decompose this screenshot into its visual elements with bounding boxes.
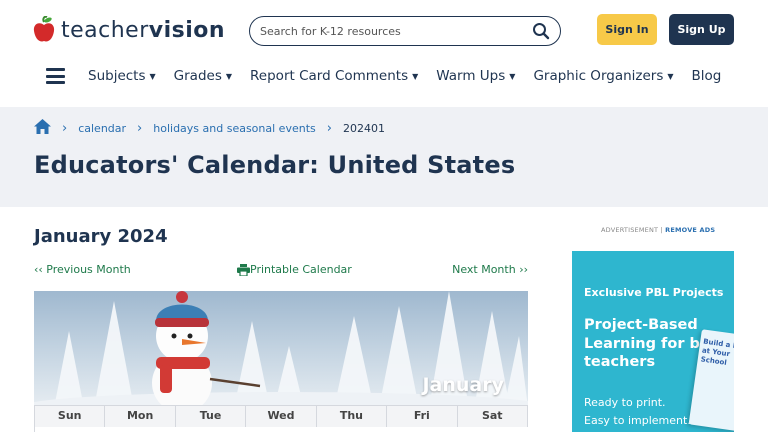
caret-down-icon: ▼	[225, 71, 233, 81]
remove-ads-link[interactable]: REMOVE ADS	[665, 226, 715, 234]
nav-item-warm-ups[interactable]: Warm Ups ▼	[436, 68, 515, 84]
weekday-label: Wed	[246, 406, 317, 427]
apple-icon	[33, 15, 55, 44]
weekday-label: Thu	[317, 406, 388, 427]
page-header-band: › calendar › holidays and seasonal event…	[0, 107, 768, 207]
breadcrumb-current: 202401	[342, 121, 385, 135]
chevron-right-icon: ›	[326, 120, 332, 136]
month-pager: ‹‹ Previous Month Printable Calendar Nex…	[34, 263, 528, 277]
page-title: Educators' Calendar: United States	[34, 151, 516, 179]
weekday-label: Tue	[176, 406, 247, 427]
calendar-weekday-header: Sun Mon Tue Wed Thu Fri Sat	[34, 405, 528, 427]
chevron-right-icon: ›	[62, 120, 68, 136]
search-input[interactable]	[260, 24, 520, 38]
main-nav: Subjects ▼ Grades ▼ Report Card Comments ▼ …	[0, 60, 768, 94]
pbl-advertisement[interactable]: Exclusive PBL Projects Project-Based Lea…	[572, 251, 734, 432]
printable-calendar-link[interactable]: Printable Calendar	[237, 263, 352, 276]
hamburger-menu-icon[interactable]	[46, 68, 65, 84]
sign-up-button[interactable]: Sign Up	[669, 14, 734, 45]
printer-icon	[237, 263, 250, 276]
teachervision-logo[interactable]: teachervision	[33, 15, 225, 45]
previous-month-link[interactable]: ‹‹ Previous Month	[34, 263, 131, 276]
january-banner-image: January	[34, 291, 528, 408]
calendar-grid	[34, 427, 528, 432]
weekday-label: Sun	[34, 406, 106, 427]
sign-in-button[interactable]: Sign In	[597, 14, 657, 45]
nav-item-grades[interactable]: Grades ▼	[174, 68, 232, 84]
site-header: teachervision Sign In Sign Up	[0, 0, 768, 60]
home-icon[interactable]	[34, 119, 51, 137]
month-heading: January 2024	[34, 226, 168, 247]
nav-item-graphic-organizers[interactable]: Graphic Organizers ▼	[533, 68, 673, 84]
weekday-label: Fri	[387, 406, 458, 427]
weekday-label: Sat	[458, 406, 528, 427]
caret-down-icon: ▼	[509, 71, 516, 81]
search-icon[interactable]	[532, 22, 550, 44]
breadcrumb-link-holidays[interactable]: holidays and seasonal events	[153, 122, 316, 135]
search-bar[interactable]	[249, 16, 561, 46]
nav-item-subjects[interactable]: Subjects ▼	[88, 68, 156, 84]
caret-down-icon: ▼	[412, 71, 419, 81]
ad-kicker: Exclusive PBL Projects	[584, 286, 724, 299]
nav-item-blog[interactable]: Blog	[692, 68, 722, 84]
caret-down-icon: ▼	[149, 71, 156, 81]
breadcrumb: › calendar › holidays and seasonal event…	[34, 119, 385, 137]
ad-subline: Easy to implement.	[584, 414, 691, 427]
breadcrumb-link-calendar[interactable]: calendar	[78, 122, 126, 135]
logo-text: teachervision	[61, 17, 226, 43]
ad-subline: Ready to print.	[584, 396, 666, 409]
banner-month-label: January	[422, 374, 504, 396]
next-month-link[interactable]: Next Month ››	[452, 263, 528, 276]
caret-down-icon: ▼	[667, 71, 674, 81]
weekday-label: Mon	[105, 406, 176, 427]
chevron-right-icon: ›	[137, 120, 143, 136]
advertisement-label: ADVERTISEMENT | REMOVE ADS	[601, 226, 716, 234]
nav-item-report-card-comments[interactable]: Report Card Comments ▼	[250, 68, 418, 84]
